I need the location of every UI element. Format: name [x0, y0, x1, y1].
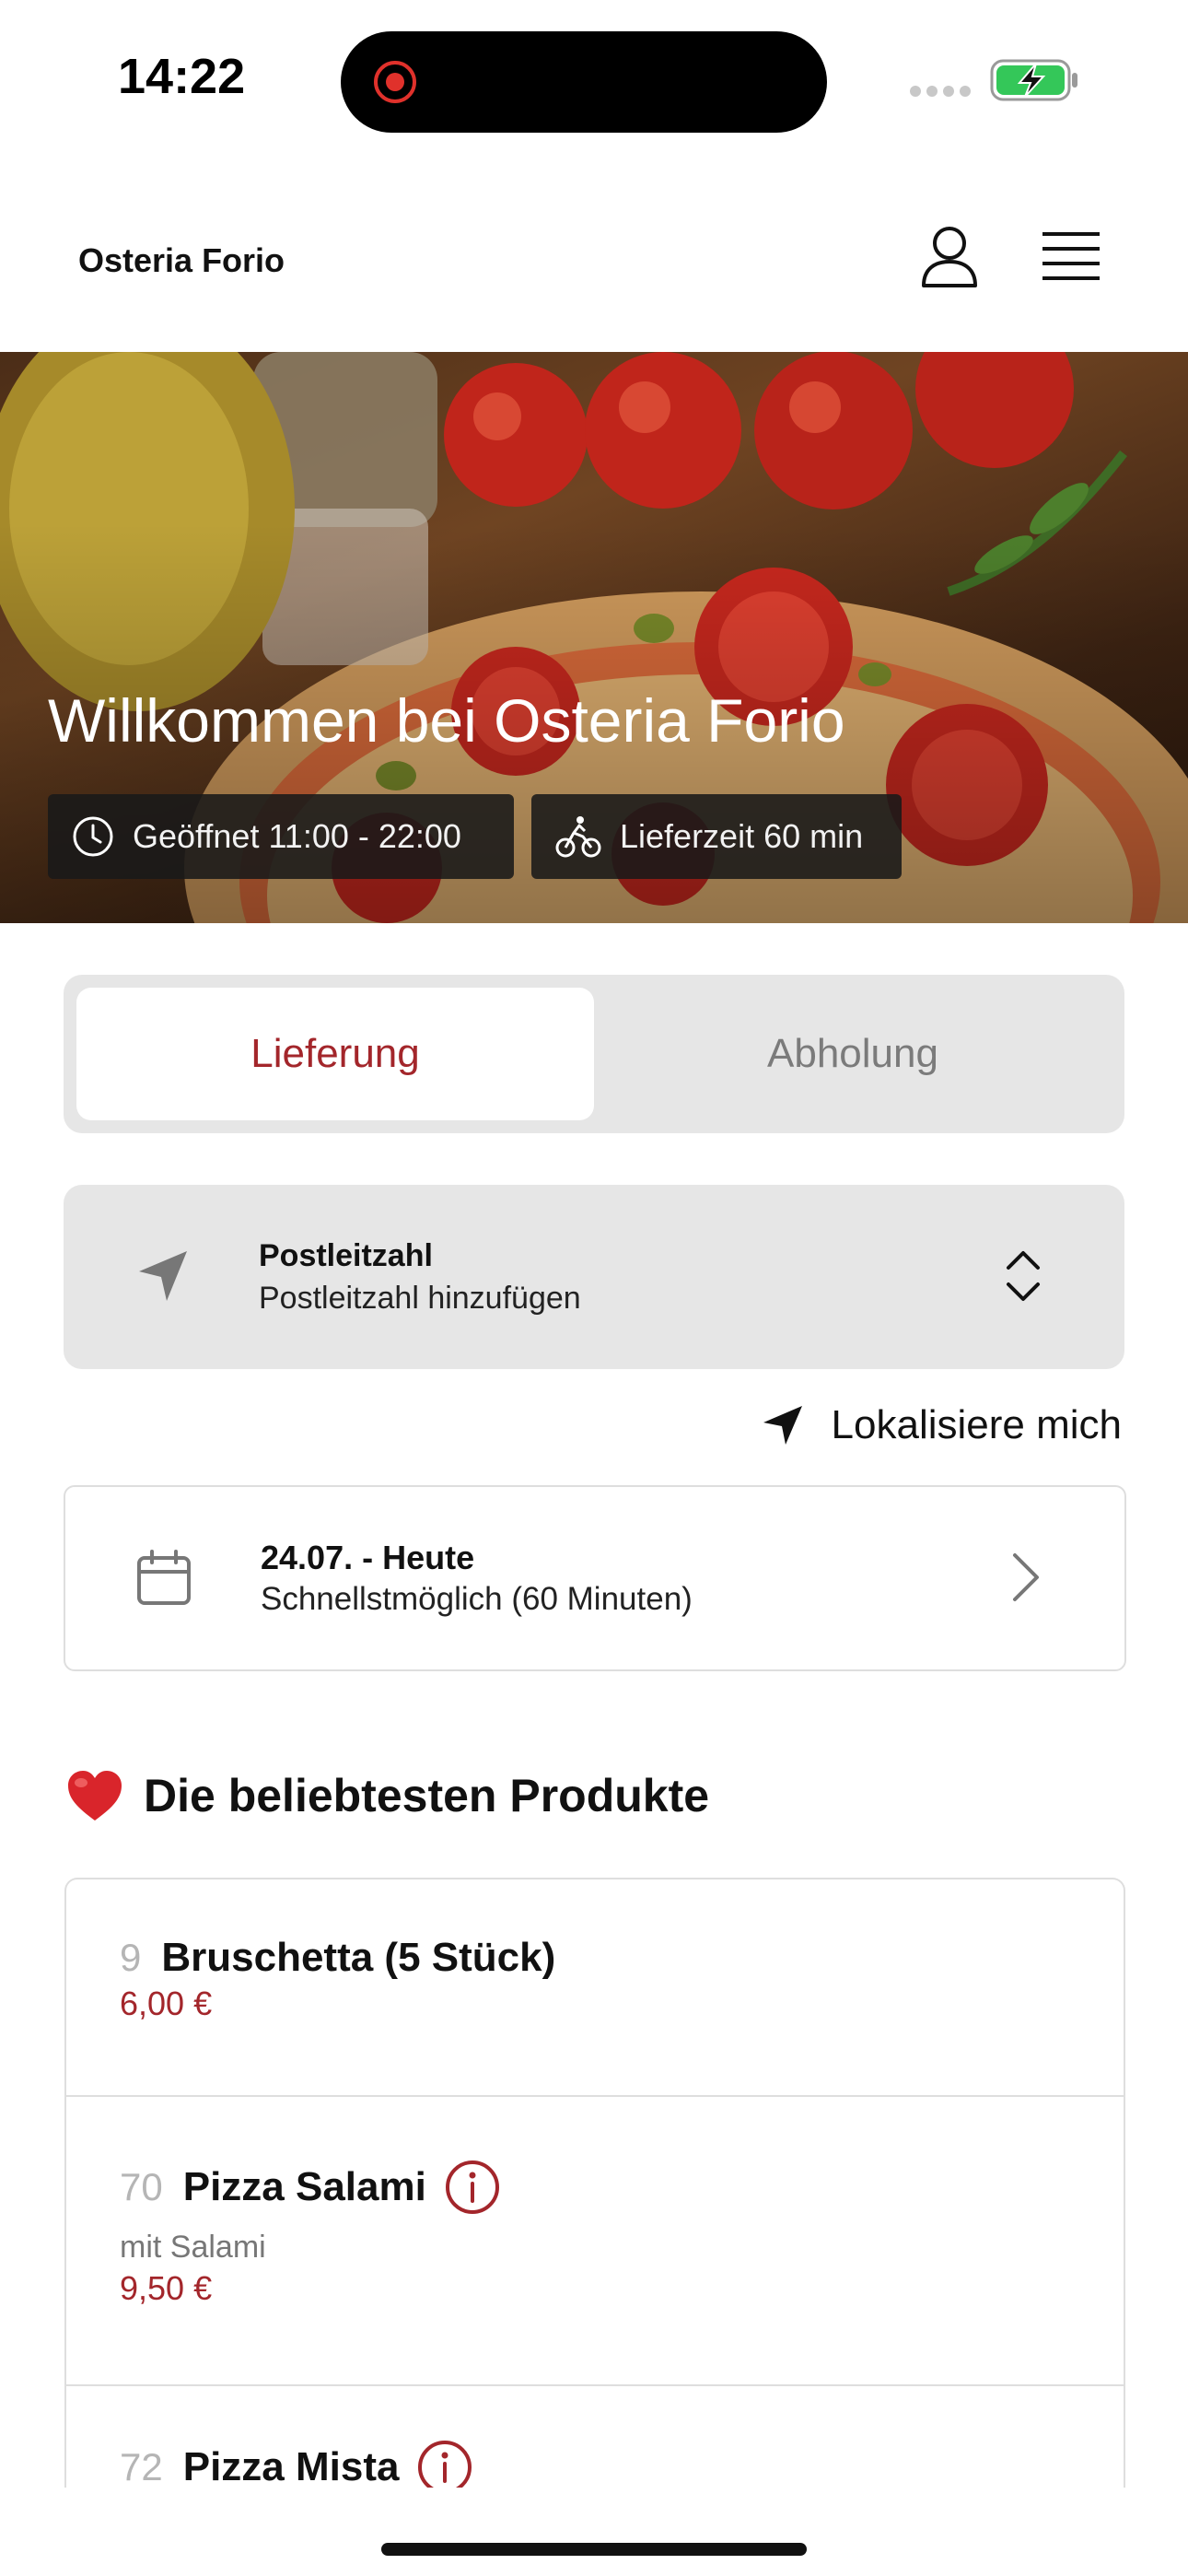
home-indicator[interactable]	[381, 2543, 807, 2556]
status-bar: 14:22	[0, 0, 1188, 157]
chevron-up-down-icon	[1007, 1251, 1040, 1301]
status-time: 14:22	[118, 49, 246, 104]
locate-me-button[interactable]: Lokalisiere mich	[762, 1402, 1122, 1448]
tab-delivery[interactable]: Lieferung	[76, 988, 594, 1120]
hero-banner: Willkommen bei Osteria Forio Geöffnet 11…	[0, 352, 1188, 923]
battery-charging-icon	[990, 59, 1077, 101]
product-name: Pizza Salami	[182, 2164, 426, 2209]
postcode-selector[interactable]: Postleitzahl Postleitzahl hinzufügen	[64, 1185, 1124, 1369]
tab-pickup[interactable]: Abholung	[594, 988, 1112, 1120]
heart-icon	[68, 1771, 122, 1821]
order-mode-toggle: Lieferung Abholung	[64, 975, 1124, 1133]
info-icon[interactable]	[417, 2440, 472, 2488]
delivery-date: 24.07. - Heute	[261, 1539, 475, 1576]
app-header: Osteria Forio	[0, 157, 1188, 352]
user-account-icon[interactable]	[916, 223, 983, 289]
navigation-arrow-icon	[763, 1406, 802, 1445]
product-name: Pizza Mista	[182, 2444, 400, 2488]
product-item[interactable]: 72 Pizza Mista	[66, 2386, 1124, 2488]
product-price: 9,50 €	[120, 2269, 213, 2307]
cellular-signal-icon	[910, 85, 976, 101]
brand-name[interactable]: Osteria Forio	[78, 241, 285, 280]
hamburger-menu-icon[interactable]	[1041, 228, 1101, 284]
recording-icon	[374, 61, 416, 103]
product-name: Bruschetta (5 Stück)	[161, 1935, 556, 1980]
product-item[interactable]: 70 Pizza Salami mit Salami 9,50 €	[66, 2097, 1124, 2386]
bicycle-courier-icon	[555, 816, 601, 858]
delivery-time-badge: Lieferzeit 60 min	[531, 794, 902, 879]
postcode-label: Postleitzahl	[259, 1238, 433, 1273]
delivery-time-text: Lieferzeit 60 min	[620, 817, 864, 855]
product-number: 72	[120, 2445, 163, 2488]
product-description: mit Salami	[120, 2230, 266, 2265]
product-number: 70	[120, 2165, 163, 2208]
product-item[interactable]: 9 Bruschetta (5 Stück) 6,00 €	[66, 1879, 1124, 2097]
hero-title: Willkommen bei Osteria Forio	[48, 686, 845, 755]
info-icon[interactable]	[445, 2160, 500, 2215]
popular-products-list: 9 Bruschetta (5 Stück) 6,00 € 70 Pizza S…	[64, 1878, 1125, 2488]
chevron-right-icon	[1013, 1553, 1039, 1601]
locate-me-label: Lokalisiere mich	[831, 1402, 1122, 1447]
popular-products-heading: Die beliebtesten Produkte	[66, 1769, 709, 1822]
postcode-placeholder: Postleitzahl hinzufügen	[259, 1281, 581, 1316]
dynamic-island	[341, 31, 827, 133]
delivery-slot: Schnellstmöglich (60 Minuten)	[261, 1581, 693, 1617]
popular-products-title: Die beliebtesten Produkte	[144, 1770, 710, 1821]
product-number: 9	[120, 1936, 142, 1979]
product-price: 6,00 €	[120, 1985, 213, 2022]
location-arrow-icon	[139, 1251, 187, 1301]
calendar-icon	[137, 1550, 191, 1605]
delivery-time-selector[interactable]: 24.07. - Heute Schnellstmöglich (60 Minu…	[64, 1485, 1126, 1671]
opening-hours-badge: Geöffnet 11:00 - 22:00	[48, 794, 514, 879]
opening-hours-text: Geöffnet 11:00 - 22:00	[133, 817, 461, 855]
clock-icon	[73, 816, 113, 857]
